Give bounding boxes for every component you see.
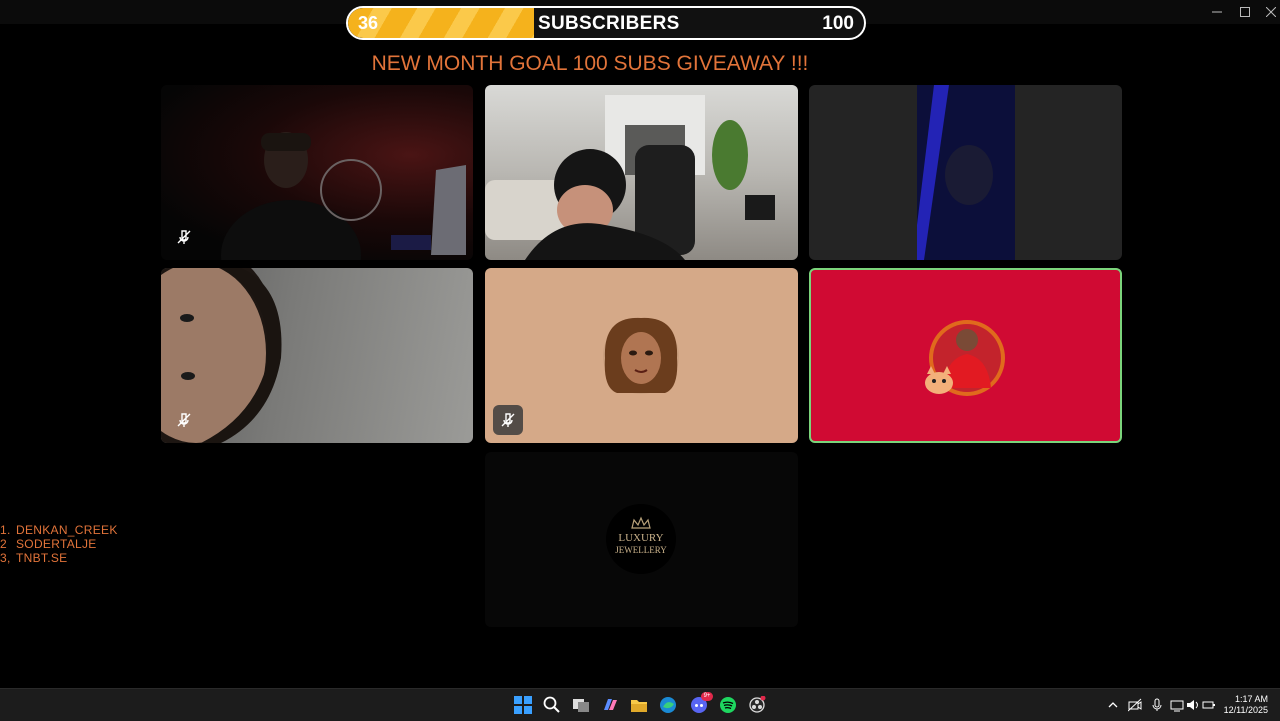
video-tile-participant-3[interactable] bbox=[809, 85, 1122, 260]
leaderboard-rank: 2 bbox=[0, 537, 7, 551]
logo-line-1: LUXURY bbox=[618, 532, 664, 544]
microphone-icon[interactable] bbox=[1150, 698, 1164, 712]
subscriber-label: SUBSCRIBERS bbox=[538, 13, 680, 34]
mic-muted-icon bbox=[169, 405, 199, 435]
maximize-button[interactable] bbox=[1236, 4, 1254, 20]
camera-off-icon[interactable] bbox=[1128, 698, 1142, 712]
edge-icon[interactable] bbox=[658, 695, 678, 715]
close-button[interactable] bbox=[1262, 4, 1280, 20]
minimize-button[interactable] bbox=[1208, 4, 1226, 20]
camera-feed bbox=[161, 268, 282, 443]
maximize-icon bbox=[1240, 7, 1250, 17]
taskbar: 9+ 1:17 AM 12/11/2025 bbox=[0, 688, 1280, 721]
copilot-icon[interactable] bbox=[600, 695, 620, 715]
camera-feed bbox=[485, 95, 775, 260]
video-tile-participant-6[interactable] bbox=[809, 268, 1122, 443]
leaderboard-rank: 1. bbox=[0, 523, 11, 537]
logo-line-2: JEWELLERY bbox=[615, 545, 667, 555]
mic-muted-icon bbox=[493, 405, 523, 435]
system-clock[interactable]: 1:17 AM 12/11/2025 bbox=[1224, 694, 1268, 716]
video-tile-participant-1[interactable] bbox=[161, 85, 473, 260]
camera-feed bbox=[917, 85, 1015, 260]
volume-icon[interactable] bbox=[1186, 698, 1200, 712]
discord-badge: 9+ bbox=[701, 692, 713, 701]
video-tile-participant-2[interactable] bbox=[485, 85, 798, 260]
battery-icon[interactable] bbox=[1202, 698, 1216, 712]
leaderboard-name: TNBT.SE bbox=[16, 551, 68, 565]
discord-icon[interactable]: 9+ bbox=[689, 692, 713, 715]
task-view-icon[interactable] bbox=[571, 695, 591, 715]
luxury-jewellery-logo: LUXURY JEWELLERY bbox=[606, 504, 676, 574]
obs-icon[interactable] bbox=[747, 695, 767, 715]
close-icon bbox=[1266, 7, 1276, 17]
subscriber-goal-bar: 36 SUBSCRIBERS 100 bbox=[346, 6, 866, 40]
giveaway-banner: NEW MONTH GOAL 100 SUBS GIVEAWAY !!! bbox=[371, 52, 809, 75]
camera-feed bbox=[221, 132, 466, 260]
leaderboard-row: 1. DENKAN_CREEK bbox=[0, 523, 118, 537]
leaderboard: 1. DENKAN_CREEK 2 SODERTALJE 3, TNBT.SE bbox=[0, 523, 118, 565]
video-tile-participant-5[interactable] bbox=[485, 268, 798, 443]
search-icon[interactable] bbox=[542, 695, 562, 715]
leaderboard-name: SODERTALJE bbox=[16, 537, 97, 551]
minimize-icon bbox=[1212, 11, 1222, 13]
avatar bbox=[603, 317, 679, 394]
leaderboard-row: 2 SODERTALJE bbox=[0, 537, 118, 551]
leaderboard-row: 3, TNBT.SE bbox=[0, 551, 118, 565]
leaderboard-rank: 3, bbox=[0, 551, 11, 565]
windows-start-icon[interactable] bbox=[513, 695, 533, 715]
video-tile-participant-4[interactable] bbox=[161, 268, 473, 443]
mic-muted-icon bbox=[169, 222, 199, 252]
video-tile-participant-7[interactable]: LUXURY JEWELLERY bbox=[485, 452, 798, 627]
chevron-up-icon[interactable] bbox=[1106, 698, 1120, 712]
clock-date: 12/11/2025 bbox=[1223, 705, 1268, 715]
spotify-icon[interactable] bbox=[718, 695, 738, 715]
subscriber-count: 36 bbox=[358, 13, 379, 33]
leaderboard-name: DENKAN_CREEK bbox=[16, 523, 118, 537]
subscriber-goal: 100 bbox=[822, 13, 854, 34]
file-explorer-icon[interactable] bbox=[629, 695, 649, 715]
clock-time: 1:17 AM bbox=[1234, 694, 1268, 704]
network-icon[interactable] bbox=[1170, 698, 1184, 712]
avatar bbox=[925, 320, 1005, 396]
